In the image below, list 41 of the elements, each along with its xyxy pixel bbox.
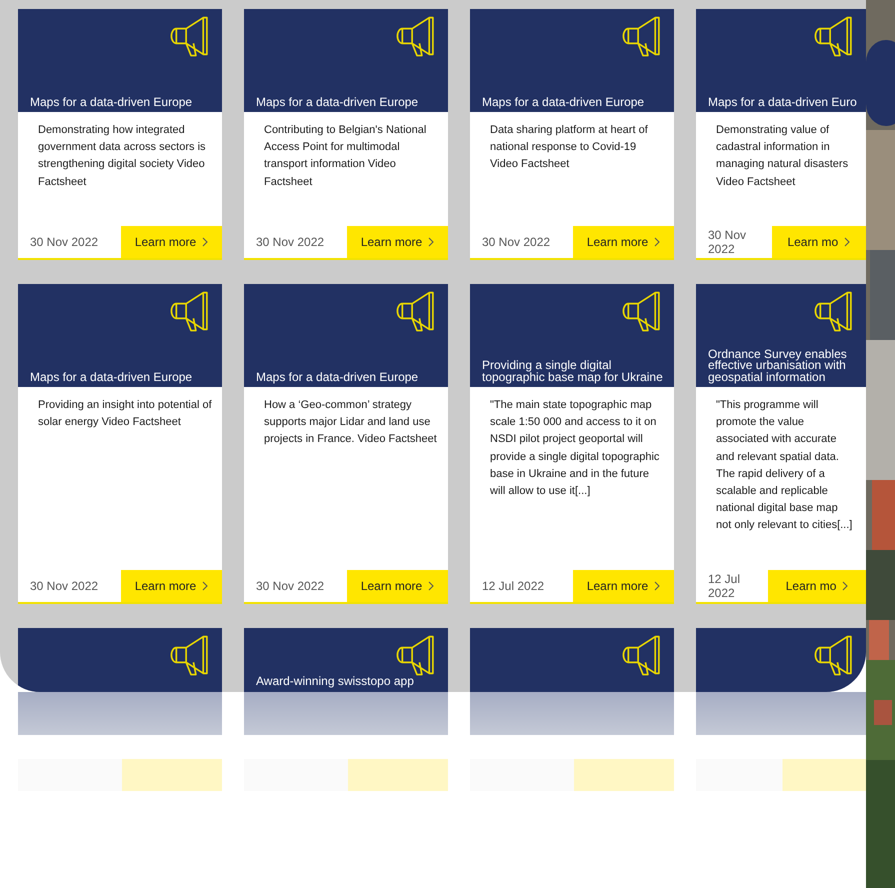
card-title: Maps for a data-driven Europe — [30, 372, 192, 383]
card-title: Maps for a data-driven Europe — [256, 372, 418, 383]
card-description: Contributing to Belgian's National Access Point for multimodal transport information Video Factsheet — [263, 123, 428, 190]
card-title: Ordnance Survey enables effective urbanisation with geospatial information — [708, 348, 848, 383]
card-description: Demonstrating value of cadastral information in managing natural disasters Video Factsheet — [715, 123, 850, 190]
card-date: 30 Nov 2022 — [707, 228, 748, 256]
card-title: Maps for a data-driven Europe — [30, 96, 192, 108]
card-description: How a ‘Geo-common’ strategy supports major Lidar and land use projects in France. Video Factsheet — [263, 398, 438, 448]
card-description: "This programme will promote the value associated with accurate and relevant spatial data. The rapid delivery of a scalable and replicable national digital base map not only relevant to cities[...] — [715, 398, 854, 534]
chevron-right-icon — [202, 581, 208, 591]
card-title: Providing a single digital topographic base map for Ukraine — [482, 360, 664, 383]
card-date: 30 Nov 2022 — [29, 235, 98, 249]
card-title: Award-winning swisstopo app — [256, 676, 414, 688]
card-date: 12 Jul 2022 — [481, 579, 544, 593]
card-date: 12 Jul 2022 — [707, 572, 742, 600]
card-description: Demonstrating how integrated government data across sectors is strengthening digital society Video Factsheet — [37, 123, 207, 190]
card-date: 30 Nov 2022 — [481, 235, 550, 249]
chevron-right-icon — [428, 581, 434, 591]
chevron-right-icon — [202, 237, 208, 247]
learn-more-button[interactable]: Learn more — [347, 226, 448, 258]
learn-more-button[interactable]: Learn mo — [768, 570, 866, 602]
card-date: 30 Nov 2022 — [29, 579, 98, 593]
learn-more-button[interactable]: Learn more — [573, 570, 674, 602]
learn-more-button[interactable]: Learn more — [347, 570, 448, 602]
chevron-right-icon — [844, 237, 850, 247]
card-description: Providing an insight into potential of solar energy Video Factsheet — [37, 398, 213, 430]
card-title: Maps for a data-driven Euro — [708, 96, 857, 108]
learn-more-button[interactable]: Learn more — [121, 570, 222, 602]
card-description: "The main state topographic map scale 1:50 000 and access to it on NSDI pilot project geoportal will provide a single digital topographic base in Ukraine and in the future will allow to use it[...] — [489, 398, 660, 500]
card-date: 30 Nov 2022 — [255, 579, 324, 593]
card-title: Maps for a data-driven Europe — [256, 96, 418, 108]
learn-more-button[interactable]: Learn more — [121, 226, 222, 258]
learn-more-button[interactable]: Learn mo — [772, 226, 866, 258]
card-description: Data sharing platform at heart of national response to Covid-19 Video Factsheet — [489, 123, 649, 172]
chevron-right-icon — [428, 237, 434, 247]
card-date: 30 Nov 2022 — [255, 235, 324, 249]
card-title: Maps for a data-driven Europe — [482, 96, 644, 108]
chevron-right-icon — [654, 237, 660, 247]
learn-more-button[interactable]: Learn more — [573, 226, 674, 258]
chevron-right-icon — [654, 581, 660, 591]
chevron-right-icon — [842, 581, 848, 591]
